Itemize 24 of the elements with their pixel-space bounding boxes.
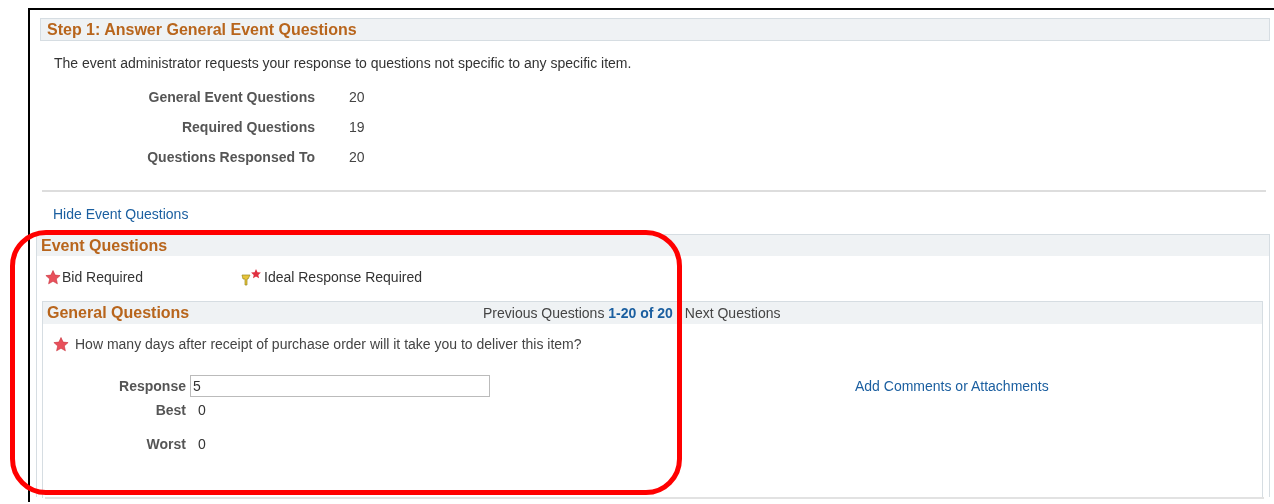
question-text: How many days after receipt of purchase order will it take you to deliver this item? [75,336,582,352]
response-field[interactable]: 5 [190,375,490,397]
add-comments-link[interactable]: Add Comments or Attachments [855,378,1262,394]
description-text: The event administrator requests your response to questions not specific to any specific item. [54,55,633,71]
legend-label: Bid Required [62,269,143,285]
field-value: 0 [197,402,207,418]
stat-label: General Event Questions [147,89,315,105]
field-label: Response [118,378,187,394]
pager-text: Previous Questions 1-20 of 20 Next Questions [483,305,781,321]
panel-title: General Questions [47,304,191,322]
panel-title: Event Questions [41,236,168,255]
legend-label: Ideal Response Required [264,269,422,285]
stat-label: Required Questions [180,119,315,135]
flag-star-icon [241,268,263,286]
stat-value: 20 [349,89,366,105]
field-label: Best [154,402,187,418]
star-icon [45,269,61,285]
stat-value: 20 [349,149,366,165]
hide-questions-link[interactable]: Hide Event Questions [53,206,189,222]
stat-value: 19 [349,119,366,135]
stat-label: Questions Responsed To [146,149,315,165]
field-value: 0 [197,436,207,452]
section-title: Step 1: Answer General Event Questions [47,20,357,39]
field-label: Worst [145,436,187,452]
